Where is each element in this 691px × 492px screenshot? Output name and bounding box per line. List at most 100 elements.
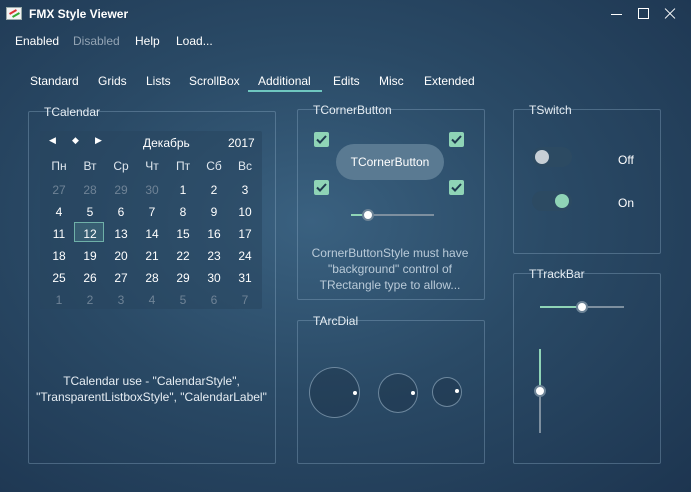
calendar-day[interactable]: 28	[75, 183, 105, 197]
tab-scrollbox[interactable]: ScrollBox	[189, 74, 240, 88]
menu-disabled[interactable]: Disabled	[73, 34, 120, 48]
menu-help[interactable]: Help	[135, 34, 160, 48]
app-icon	[6, 7, 22, 20]
tab-lists[interactable]: Lists	[146, 74, 171, 88]
checkbox-bottom-right[interactable]	[449, 180, 464, 195]
window-title: FMX Style Viewer	[29, 7, 129, 21]
close-button[interactable]	[659, 4, 681, 24]
calendar-day[interactable]: 31	[230, 271, 260, 285]
checkbox-top-right[interactable]	[449, 132, 464, 147]
calendar-day[interactable]: 24	[230, 249, 260, 263]
minimize-button[interactable]	[606, 4, 628, 24]
calendar-day[interactable]: 6	[106, 205, 136, 219]
calendar-day[interactable]: 26	[75, 271, 105, 285]
corner-button[interactable]: TCornerButton	[336, 144, 444, 180]
vertical-trackbar-thumb[interactable]	[534, 385, 546, 397]
menu-load[interactable]: Load...	[176, 34, 213, 48]
switch-group: TSwitch	[513, 103, 661, 254]
tab-extended[interactable]: Extended	[424, 74, 475, 88]
arc-dial-large-indicator	[353, 391, 357, 395]
switch-off[interactable]	[532, 147, 572, 167]
calendar-day[interactable]: 6	[199, 293, 229, 307]
calendar-day[interactable]: 16	[199, 227, 229, 241]
calendar-day[interactable]: 10	[230, 205, 260, 219]
calendar-day[interactable]: 13	[106, 227, 136, 241]
calendar-day[interactable]: 7	[137, 205, 167, 219]
maximize-button[interactable]	[633, 4, 655, 24]
calendar-weekday-header: Пн	[51, 159, 67, 173]
horizontal-trackbar-thumb[interactable]	[576, 301, 588, 313]
calendar-month[interactable]: Декабрь	[143, 136, 190, 150]
calendar-day[interactable]: 23	[199, 249, 229, 263]
tab-edits[interactable]: Edits	[333, 74, 360, 88]
calendar-weekday-header: Чт	[145, 159, 159, 173]
calendar-day[interactable]: 1	[44, 293, 74, 307]
corner-slider-thumb[interactable]	[361, 209, 374, 221]
arc-dial-medium-indicator	[411, 391, 415, 395]
calendar-weekday-header: Сб	[206, 159, 222, 173]
calendar-prev-month-icon[interactable]: ◀	[49, 135, 56, 146]
calendar-next-month-icon[interactable]: ▶	[95, 135, 102, 146]
switch-on-label: On	[618, 196, 635, 210]
calendar-weekday-header: Вс	[237, 159, 252, 173]
corner-caption-line: CornerButtonStyle must have	[311, 246, 469, 260]
calendar-day[interactable]: 27	[106, 271, 136, 285]
calendar-day[interactable]: 3	[230, 183, 260, 197]
calendar-day[interactable]: 28	[137, 271, 167, 285]
calendar-day[interactable]: 4	[137, 293, 167, 307]
calendar-group-title: TCalendar	[44, 105, 101, 119]
calendar-day[interactable]: 5	[168, 293, 198, 307]
switch-knob	[555, 194, 569, 208]
calendar-day[interactable]: 11	[44, 227, 74, 241]
corner-button-caption: CornerButtonStyle must have "background"…	[302, 245, 478, 293]
calendar-day[interactable]: 2	[75, 293, 105, 307]
calendar-day[interactable]: 15	[168, 227, 198, 241]
calendar-day[interactable]: 21	[137, 249, 167, 263]
calendar-day[interactable]: 8	[168, 205, 198, 219]
calendar-year[interactable]: 2017	[228, 136, 255, 150]
calendar-caption-line: TCalendar use - "CalendarStyle",	[63, 374, 240, 388]
checkbox-top-left[interactable]	[314, 132, 329, 147]
checkbox-bottom-left[interactable]	[314, 180, 329, 195]
menu-enabled[interactable]: Enabled	[15, 34, 59, 48]
calendar-day[interactable]: 17	[230, 227, 260, 241]
arc-dial-small-indicator	[455, 389, 459, 393]
switch-on[interactable]	[532, 191, 572, 211]
trackbar-group: TTrackBar	[513, 267, 661, 464]
calendar-day[interactable]: 9	[199, 205, 229, 219]
calendar-day[interactable]: 22	[168, 249, 198, 263]
calendar-weekday-header: Пт	[175, 159, 191, 173]
tab-misc[interactable]: Misc	[379, 74, 404, 88]
calendar-day[interactable]: 1	[168, 183, 198, 197]
calendar-today-icon[interactable]: ◆	[72, 135, 79, 146]
calendar-day[interactable]: 30	[199, 271, 229, 285]
arc-dial-group-title: TArcDial	[313, 314, 359, 328]
calendar-day[interactable]: 12	[75, 227, 105, 241]
tab-grids[interactable]: Grids	[98, 74, 127, 88]
calendar-day[interactable]: 3	[106, 293, 136, 307]
calendar-weekday-header: Ср	[113, 159, 129, 173]
switch-group-title: TSwitch	[529, 103, 572, 117]
switch-off-label: Off	[618, 153, 634, 167]
calendar-caption: TCalendar use - "CalendarStyle", "Transp…	[28, 373, 275, 405]
switch-knob	[535, 150, 549, 164]
calendar-day[interactable]: 2	[199, 183, 229, 197]
tab-additional[interactable]: Additional	[258, 74, 311, 88]
calendar-day[interactable]: 29	[168, 271, 198, 285]
calendar-day[interactable]: 7	[230, 293, 260, 307]
calendar-day[interactable]: 20	[106, 249, 136, 263]
calendar-day[interactable]: 30	[137, 183, 167, 197]
calendar-day[interactable]: 5	[75, 205, 105, 219]
tab-standard[interactable]: Standard	[30, 74, 79, 88]
calendar-day[interactable]: 27	[44, 183, 74, 197]
calendar-day[interactable]: 4	[44, 205, 74, 219]
corner-caption-line: TRectangle type to allow...	[319, 278, 461, 292]
calendar-day[interactable]: 25	[44, 271, 74, 285]
calendar-caption-line: "TransparentListboxStyle", "CalendarLabe…	[36, 390, 267, 404]
title-bar: FMX Style Viewer	[0, 0, 691, 28]
calendar-day[interactable]: 14	[137, 227, 167, 241]
calendar-day[interactable]: 18	[44, 249, 74, 263]
calendar-day[interactable]: 19	[75, 249, 105, 263]
calendar-weekday-header: Вт	[83, 159, 97, 173]
calendar-day[interactable]: 29	[106, 183, 136, 197]
